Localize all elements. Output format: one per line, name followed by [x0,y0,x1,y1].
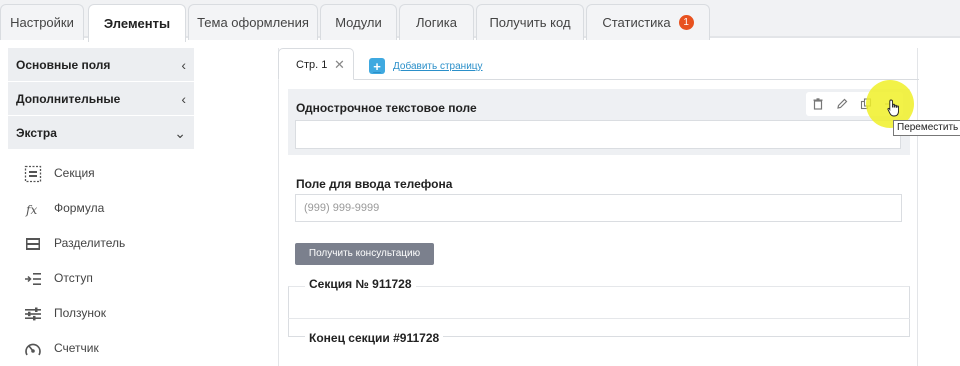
tab-label: Логика [416,15,457,30]
phone-field-label: Поле для ввода телефона [296,177,453,191]
page-tab-1[interactable]: Стр. 1 ✕ [278,48,354,80]
sidebar-item-counter[interactable]: Счетчик [8,331,194,366]
indent-icon [25,273,41,285]
page-tabs-divider [278,79,919,80]
phone-placeholder: (999) 999-9999 [304,202,380,214]
item-label: Отступ [54,271,93,285]
hand-cursor-icon [887,99,899,117]
edit-icon[interactable] [830,92,854,116]
elements-sidebar: Основные поля ‹ Дополнительные ‹ Экстра ⌄ С… [8,48,194,366]
page-tab-label: Стр. 1 [296,59,328,71]
tab-get-code[interactable]: Получить код [476,4,584,40]
tab-label: Получить код [489,15,571,30]
tab-logic[interactable]: Логика [399,4,474,40]
item-label: Счетчик [54,341,99,355]
tab-label: Статистика [602,15,671,30]
chevron-left-icon: ‹ [181,91,186,107]
formula-icon: fx [25,203,37,217]
tab-modules[interactable]: Модули [320,4,397,40]
section-block[interactable] [288,286,910,337]
sidebar-item-divider[interactable]: Разделитель [8,226,194,261]
phone-input[interactable]: (999) 999-9999 [295,194,902,222]
tab-settings[interactable]: Настройки [0,4,84,40]
sidebar-item-formula[interactable]: fx Формула [8,191,194,226]
tab-label: Модули [335,15,382,30]
section-icon [24,165,42,183]
tab-statistics[interactable]: Статистика 1 [586,4,710,40]
group-extra[interactable]: Экстра ⌄ [8,116,194,150]
plus-icon: + [369,58,385,74]
get-consultation-button[interactable]: Получить консультацию [295,243,434,265]
field-label: Однострочное текстовое поле [296,101,477,115]
text-input[interactable] [295,120,901,149]
group-label: Дополнительные [16,92,121,106]
group-label: Экстра [16,126,57,140]
move-tooltip: Переместить [893,120,960,136]
sidebar-item-slider[interactable]: Ползунок [8,296,194,331]
delete-icon[interactable] [806,92,830,116]
section-end-label: Конец секции #911728 [305,331,444,345]
sidebar-item-section[interactable]: Секция [8,156,194,191]
group-basic-fields[interactable]: Основные поля ‹ [8,48,194,82]
svg-text:fx: fx [25,203,37,217]
close-icon[interactable]: ✕ [334,49,345,81]
add-page-label: Добавить страницу [393,60,483,72]
item-label: Разделитель [54,236,126,250]
counter-icon [25,343,41,356]
sidebar-item-indent[interactable]: Отступ [8,261,194,296]
group-label: Основные поля [16,58,111,72]
form-builder: { "tabs": [ {"label": "Настройки"}, {"la… [0,0,960,366]
tab-label: Тема оформления [197,15,309,30]
tab-label: Настройки [10,15,74,30]
chevron-down-icon: ⌄ [174,125,186,141]
group-additional[interactable]: Дополнительные ‹ [8,82,194,116]
notification-badge: 1 [678,15,694,30]
section-title: Секция № 911728 [305,277,416,291]
item-label: Ползунок [54,306,106,320]
item-label: Формула [54,201,105,215]
item-label: Секция [54,166,95,180]
section-end-divider [288,318,910,319]
add-page-link[interactable]: + Добавить страницу [369,58,483,74]
divider-icon [26,238,40,250]
tab-theme[interactable]: Тема оформления [188,4,318,40]
tab-elements[interactable]: Элементы [88,4,186,42]
slider-icon [25,307,41,321]
chevron-left-icon: ‹ [181,57,186,73]
tab-label: Элементы [103,16,171,31]
